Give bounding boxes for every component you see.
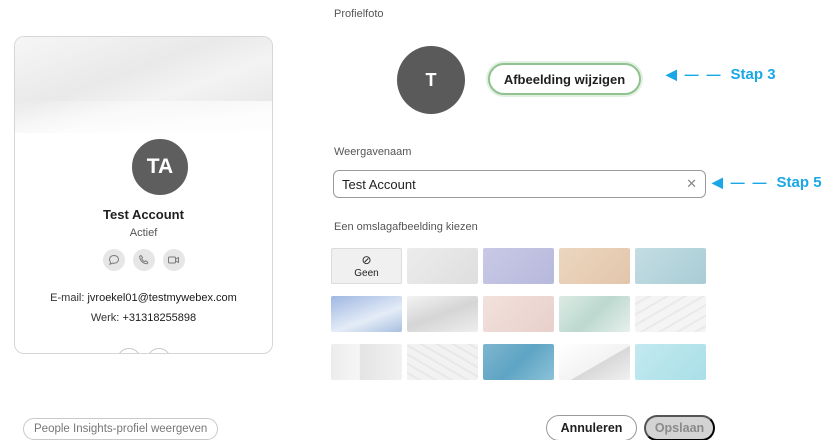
cover-teal-light[interactable] bbox=[635, 248, 706, 284]
cover-image-label: Een omslagafbeelding kiezen bbox=[334, 221, 478, 233]
step-5-annotation: ◀ — — Stap 5 bbox=[712, 174, 822, 191]
annotation-arrow: ◀ — — bbox=[712, 174, 769, 190]
step-3-annotation: ◀ — — Stap 3 bbox=[666, 66, 776, 83]
step-3-label: Stap 3 bbox=[730, 66, 776, 83]
card-avatar: TA bbox=[130, 137, 190, 197]
email-label: E-mail: bbox=[50, 292, 85, 304]
cover-snow-peaks[interactable] bbox=[407, 296, 478, 332]
mail-button[interactable] bbox=[146, 348, 171, 353]
card-action-row bbox=[15, 249, 272, 271]
work-label: Werk: bbox=[90, 312, 120, 324]
cancel-button[interactable]: Annuleren bbox=[546, 415, 637, 440]
cover-ocean[interactable] bbox=[483, 344, 554, 380]
card-status: Actief bbox=[129, 227, 158, 239]
cover-none-label: Geen bbox=[354, 267, 379, 279]
card-cover-image bbox=[15, 37, 272, 141]
cover-white-fold[interactable] bbox=[559, 344, 630, 380]
cover-lavender[interactable] bbox=[483, 248, 554, 284]
cover-blush[interactable] bbox=[483, 296, 554, 332]
phone-icon bbox=[138, 254, 148, 265]
card-name: Test Account bbox=[103, 207, 184, 222]
cover-mint[interactable] bbox=[559, 296, 630, 332]
chat-icon bbox=[108, 254, 119, 266]
change-photo-button[interactable]: Afbeelding wijzigen bbox=[488, 63, 641, 95]
cover-grey-panels[interactable] bbox=[331, 344, 402, 380]
display-name-field: ✕ bbox=[333, 170, 706, 198]
card-email-line: E-mail: jvroekel01@testmywebex.com bbox=[15, 292, 272, 304]
card-work-line: Werk: +31318255898 bbox=[15, 312, 272, 324]
cover-peach[interactable] bbox=[559, 248, 630, 284]
no-image-icon: ⊘ bbox=[361, 252, 372, 267]
people-insights-button[interactable]: People Insights-profiel weergeven bbox=[23, 418, 219, 440]
video-icon bbox=[168, 256, 179, 264]
profile-photo-label: Profielfoto bbox=[334, 8, 384, 20]
email-value[interactable]: jvroekel01@testmywebex.com bbox=[87, 292, 236, 304]
work-phone-value[interactable]: +31318255898 bbox=[122, 312, 196, 324]
profile-preview-card: TA Test Account Actief E-mail: jvroekel0… bbox=[14, 36, 273, 354]
save-button: Opslaan bbox=[644, 415, 715, 440]
cover-image-grid: ⊘ Geen bbox=[331, 248, 706, 380]
annotation-arrow: ◀ — — bbox=[666, 66, 723, 82]
cover-blue-sky[interactable] bbox=[331, 296, 402, 332]
step-5-label: Stap 5 bbox=[776, 174, 822, 191]
cover-none[interactable]: ⊘ Geen bbox=[331, 248, 402, 284]
profile-photo-avatar: T bbox=[397, 46, 465, 114]
chat-button[interactable] bbox=[102, 249, 125, 271]
cover-light-grey[interactable] bbox=[407, 248, 478, 284]
video-button[interactable] bbox=[162, 249, 185, 271]
display-name-label: Weergavenaam bbox=[334, 146, 412, 158]
call-button[interactable] bbox=[132, 249, 155, 271]
directory-button[interactable] bbox=[116, 348, 141, 353]
display-name-input[interactable] bbox=[342, 171, 672, 197]
card-secondary-actions bbox=[15, 348, 272, 353]
cover-aqua[interactable] bbox=[635, 344, 706, 380]
cover-white-curves[interactable] bbox=[635, 296, 706, 332]
clear-icon[interactable]: ✕ bbox=[686, 176, 697, 192]
cover-white-texture[interactable] bbox=[407, 344, 478, 380]
